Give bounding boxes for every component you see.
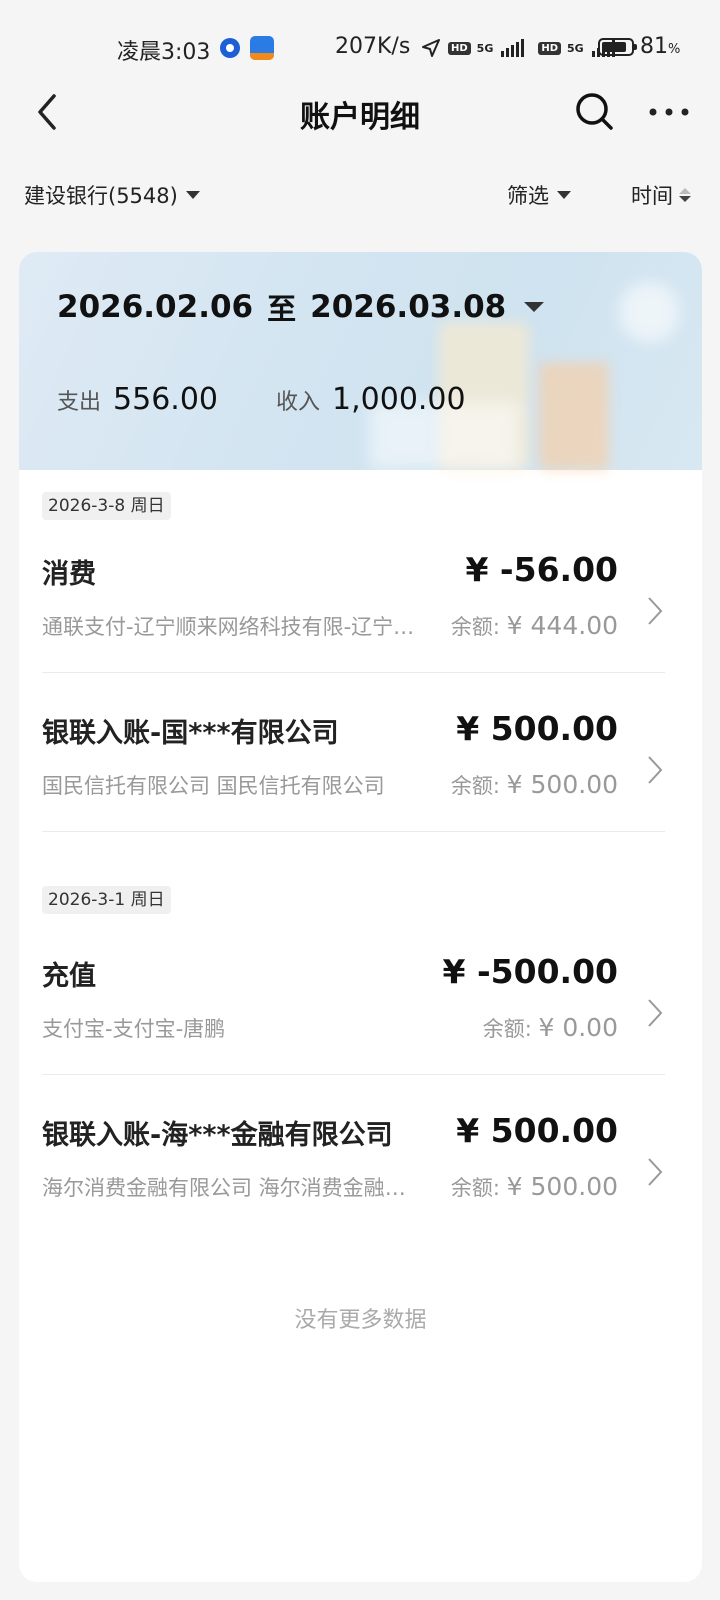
income-label: 收入 [276, 390, 321, 415]
divider [42, 1074, 665, 1075]
no-more-data-text: 没有更多数据 [294, 1308, 427, 1333]
back-button[interactable] [30, 90, 70, 134]
income-expense-summary: 支出 556.00 收入 1,000.00 [57, 382, 466, 417]
transaction-row[interactable]: 银联入账-海***金融有限公司 ¥ 500.00 海尔消费金融有限公司 海尔消费… [42, 1085, 665, 1243]
transaction-row[interactable]: 银联入账-国***有限公司 ¥ 500.00 国民信托有限公司 国民信托有限公司… [42, 683, 665, 841]
account-selector[interactable]: 建设银行(5548) [24, 180, 200, 210]
expense-value: 556.00 [113, 382, 218, 417]
location-icon [422, 39, 440, 57]
transaction-description: 通联支付-辽宁顺来网络科技有限-辽宁顺来网络科技有限公司 [42, 615, 417, 639]
caret-down-icon [557, 191, 571, 199]
sort-icon [679, 188, 691, 202]
divider [42, 672, 665, 673]
account-label: 建设银行(5548) [24, 184, 178, 208]
transaction-title: 银联入账-国***有限公司 [42, 718, 339, 749]
transaction-balance: 余额: ¥ 500.00 [450, 1172, 618, 1201]
filter-button[interactable]: 筛选 [507, 180, 571, 210]
expense-label: 支出 [57, 390, 102, 415]
chevron-right-icon [648, 999, 663, 1027]
income-value: 1,000.00 [332, 382, 466, 417]
ccb-app-icon [220, 38, 240, 58]
search-button[interactable] [573, 90, 617, 134]
network-speed: 207K/s [335, 34, 411, 59]
hd-badge-2: HD [538, 41, 562, 55]
transaction-amount: ¥ -56.00 [465, 550, 618, 589]
chevron-left-icon [38, 94, 56, 130]
date-to: 2026.03.08 [310, 289, 507, 325]
chevron-right-icon [648, 756, 663, 784]
nav-bar: 账户明细 [0, 76, 720, 150]
chevron-right-icon [648, 1158, 663, 1186]
notification-app-icon [250, 36, 274, 60]
filter-row: 建设银行(5548) 筛选 时间 [0, 172, 720, 218]
filter-label: 筛选 [507, 184, 549, 208]
transaction-description: 海尔消费金融有限公司 海尔消费金融有限公司 [42, 1176, 417, 1200]
summary-banner: 2026.02.06 至 2026.03.08 支出 556.00 收入 1,0… [19, 252, 702, 470]
transaction-description: 国民信托有限公司 国民信托有限公司 [42, 774, 385, 798]
transaction-amount: ¥ 500.00 [456, 709, 618, 748]
battery-icon [598, 38, 637, 56]
time-sort-button[interactable]: 时间 [631, 180, 691, 210]
search-icon [576, 93, 613, 130]
network-type-2: 5G [567, 41, 584, 55]
time-sort-label: 时间 [631, 184, 673, 208]
account-detail-card: 2026.02.06 至 2026.03.08 支出 556.00 收入 1,0… [19, 252, 702, 1582]
transaction-title: 消费 [42, 559, 96, 590]
signal-group: HD 5G HD 5G [420, 34, 615, 62]
date-group-tag: 2026-3-1 周日 [42, 886, 171, 914]
signal-icon-1 [501, 39, 525, 57]
more-button[interactable] [647, 90, 691, 134]
chevron-right-icon [648, 597, 663, 625]
transaction-amount: ¥ -500.00 [442, 952, 619, 991]
status-time: 凌晨3:03 [117, 40, 211, 65]
transaction-title: 银联入账-海***金融有限公司 [42, 1120, 393, 1151]
battery-percent: 81% [640, 34, 681, 59]
caret-down-icon [185, 191, 200, 199]
more-icon [649, 108, 689, 116]
hd-badge-1: HD [448, 41, 471, 55]
transaction-balance: 余额: ¥ 0.00 [482, 1013, 618, 1042]
banner-decoration [619, 282, 679, 342]
date-group-tag: 2026-3-8 周日 [42, 492, 171, 520]
transaction-description: 支付宝-支付宝-唐鹏 [42, 1017, 226, 1041]
divider [42, 831, 665, 832]
transaction-title: 充值 [42, 961, 96, 992]
transaction-balance: 余额: ¥ 444.00 [450, 611, 618, 640]
network-type-1: 5G [476, 41, 494, 55]
date-to-separator: 至 [267, 292, 297, 326]
transaction-balance: 余额: ¥ 500.00 [450, 770, 618, 799]
transaction-amount: ¥ 500.00 [456, 1111, 618, 1150]
transaction-row[interactable]: 消费 ¥ -56.00 通联支付-辽宁顺来网络科技有限-辽宁顺来网络科技有限公司… [42, 524, 665, 682]
transaction-row[interactable]: 充值 ¥ -500.00 支付宝-支付宝-唐鹏 余额: ¥ 0.00 [42, 926, 665, 1084]
caret-down-icon [524, 302, 545, 312]
date-range-selector[interactable]: 2026.02.06 至 2026.03.08 [57, 286, 545, 328]
banner-decoration [539, 362, 609, 470]
date-from: 2026.02.06 [57, 289, 254, 325]
